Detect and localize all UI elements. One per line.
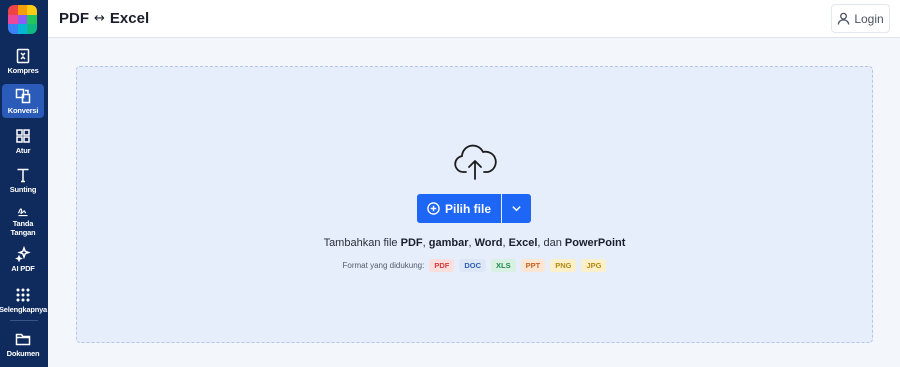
- title-from: PDF: [59, 10, 89, 27]
- file-dropzone[interactable]: Pilih file Tambahkan file PDF, gambar, W…: [76, 66, 873, 343]
- format-badge-jpg: JPG: [581, 259, 607, 272]
- format-badge-ppt: PPT: [520, 259, 546, 272]
- sidebar-item-label: Sunting: [9, 185, 37, 194]
- convert-icon: [15, 88, 31, 104]
- title-to: Excel: [109, 10, 150, 27]
- sidebar-item-label: Atur: [15, 146, 31, 155]
- sidebar-item-label: Dokumen: [6, 349, 40, 358]
- cloud-upload-icon: [453, 142, 497, 182]
- swap-arrow-icon: ↔: [94, 11, 105, 26]
- top-header: PDF ↔ Excel Login: [48, 0, 900, 38]
- sidebar-item-tanda-tangan[interactable]: Tanda Tangan: [2, 205, 44, 237]
- choose-file-button[interactable]: Pilih file: [417, 194, 501, 223]
- choose-file-dropdown-button[interactable]: [502, 194, 531, 223]
- sidebar-item-ai-pdf[interactable]: AI PDF: [2, 246, 44, 276]
- sparkle-icon: [15, 246, 31, 262]
- plus-circle-icon: [427, 202, 440, 215]
- format-badge-png: PNG: [550, 259, 577, 272]
- compress-icon: [16, 48, 30, 64]
- format-badge-pdf: PDF: [429, 259, 455, 272]
- grid-icon: [16, 129, 30, 143]
- upload-description: Tambahkan file PDF, gambar, Word, Excel,…: [323, 237, 626, 249]
- sidebar-item-label: Konversi: [7, 106, 39, 115]
- sidebar-item-kompres[interactable]: Kompres: [2, 48, 44, 78]
- sidebar: Kompres Konversi Atur Sunting Tanda Tang…: [0, 0, 48, 367]
- login-label: Login: [854, 11, 884, 26]
- folder-icon: [15, 333, 31, 346]
- login-button[interactable]: Login: [831, 4, 890, 33]
- choose-file-label: Pilih file: [444, 201, 491, 216]
- formats-label: Format yang didukung:: [342, 261, 425, 270]
- sidebar-item-konversi[interactable]: Konversi: [2, 84, 44, 118]
- supported-formats: Format yang didukung: PDF DOC XLS PPT PN…: [77, 259, 872, 272]
- text-icon: [17, 168, 29, 183]
- sidebar-item-sunting[interactable]: Sunting: [2, 167, 44, 197]
- sidebar-item-label: Tanda Tangan: [10, 219, 36, 237]
- sidebar-item-selengkapnya[interactable]: Selengkapnya: [0, 287, 48, 317]
- choose-file-button-group: Pilih file: [417, 194, 531, 223]
- chevron-down-icon: [512, 206, 521, 212]
- sidebar-item-label: Kompres: [7, 66, 39, 75]
- app-logo[interactable]: [8, 5, 37, 34]
- sidebar-item-dokumen[interactable]: Dokumen: [2, 331, 44, 361]
- page-title: PDF ↔ Excel: [59, 10, 149, 27]
- format-badge-doc: DOC: [459, 259, 487, 272]
- sidebar-item-label: AI PDF: [11, 264, 35, 273]
- user-icon: [838, 12, 850, 25]
- signature-icon: [17, 208, 28, 217]
- format-badge-xls: XLS: [491, 259, 516, 272]
- sidebar-item-label: Selengkapnya: [0, 305, 48, 314]
- sidebar-item-atur[interactable]: Atur: [2, 128, 44, 158]
- apps-icon: [16, 288, 30, 302]
- sidebar-divider: [10, 320, 38, 321]
